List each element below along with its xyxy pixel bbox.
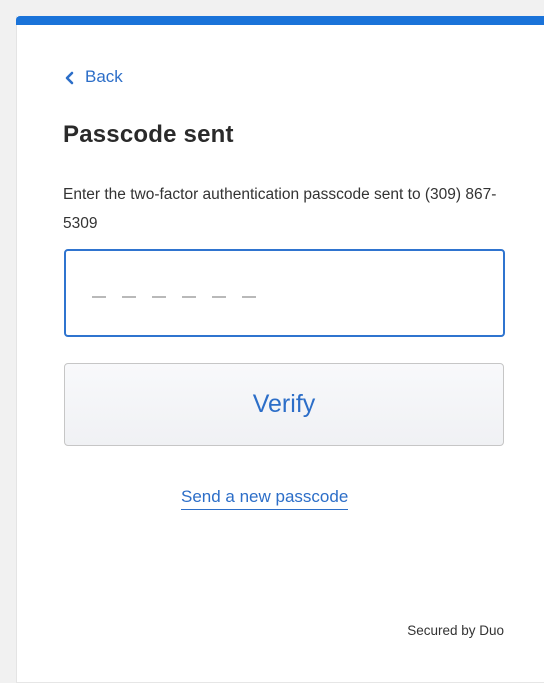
passcode-description: Enter the two-factor authentication pass… — [63, 186, 497, 232]
verify-button[interactable]: Verify — [64, 363, 504, 446]
page: Back Passcode sent Enter the two-factor … — [0, 0, 544, 683]
back-link[interactable]: Back — [63, 66, 123, 88]
back-label: Back — [85, 67, 123, 86]
secured-by-duo: Secured by Duo — [407, 623, 504, 638]
chevron-left-icon — [63, 70, 75, 85]
send-new-passcode-link[interactable]: Send a new passcode — [181, 487, 349, 510]
auth-card — [16, 16, 544, 683]
page-title: Passcode sent — [63, 121, 234, 148]
top-accent-bar — [16, 16, 544, 25]
passcode-field[interactable] — [64, 249, 505, 337]
passcode-input[interactable] — [66, 251, 503, 335]
